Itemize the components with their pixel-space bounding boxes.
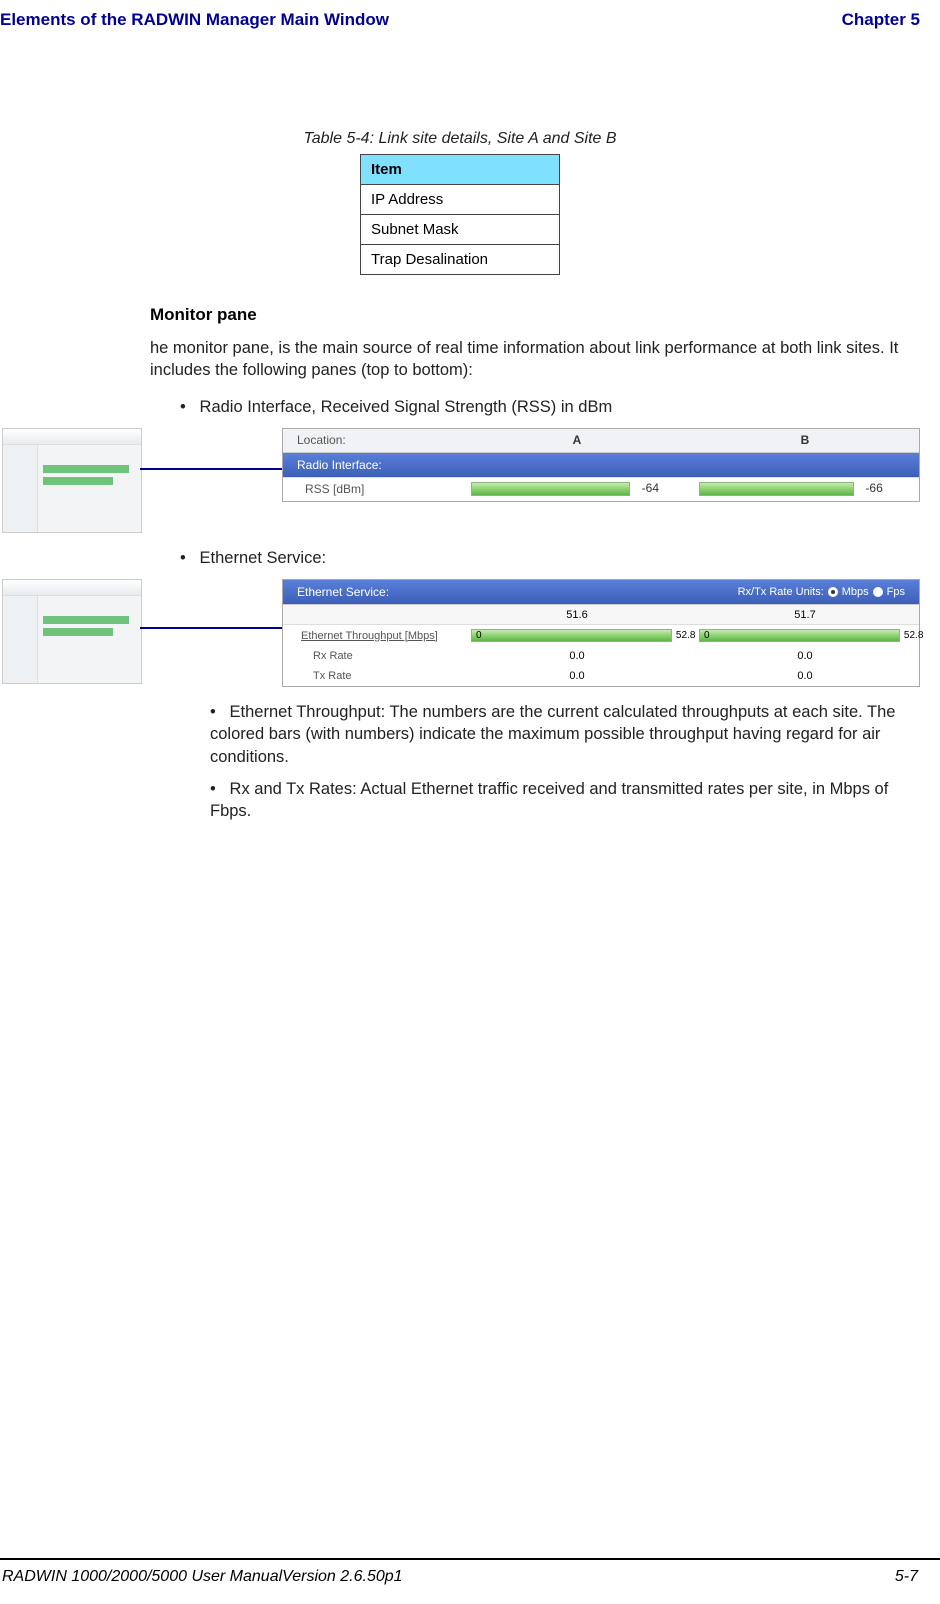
table-row: Subnet Mask <box>361 215 560 245</box>
ethernet-panel: Ethernet Service: Rx/Tx Rate Units: Mbps… <box>282 579 920 687</box>
unit-mbps-label: Mbps <box>842 586 869 598</box>
page-header: Elements of the RADWIN Manager Main Wind… <box>0 0 940 30</box>
tx-a: 0.0 <box>463 670 691 682</box>
sub-throughput-text: Ethernet Throughput: The numbers are the… <box>210 703 895 766</box>
table-caption: Table 5-4: Link site details, Site A and… <box>0 130 920 148</box>
table-header: Item <box>361 155 560 185</box>
rx-label: Rx Rate <box>283 650 463 662</box>
bar-b-end: 52.8 <box>904 630 923 641</box>
bullet-radio-text: Radio Interface, Received Signal Strengt… <box>200 398 613 416</box>
ethernet-header: Ethernet Service: <box>297 585 389 599</box>
radio-mbps[interactable] <box>828 587 838 597</box>
monitor-pane-text: he monitor pane, is the main source of r… <box>150 337 910 382</box>
sub-bullet-rates: • Rx and Tx Rates: Actual Ethernet traff… <box>210 778 900 823</box>
units-label: Rx/Tx Rate Units: <box>738 586 824 598</box>
col-header-a: A <box>463 433 691 447</box>
footer-right: 5-7 <box>895 1568 918 1586</box>
rx-b: 0.0 <box>691 650 919 662</box>
throughput-bar-a: 0 52.8 <box>471 629 672 642</box>
tx-label: Tx Rate <box>283 670 463 682</box>
rss-val-a: -64 <box>642 481 659 495</box>
radio-fps[interactable] <box>873 587 883 597</box>
radio-interface-header: Radio Interface: <box>297 458 382 472</box>
rss-label: RSS [dBm] <box>283 482 463 496</box>
location-label: Location: <box>283 433 463 447</box>
col-header-b: B <box>691 433 919 447</box>
bar-a-start: 0 <box>476 630 482 641</box>
monitor-pane-heading: Monitor pane <box>150 305 920 325</box>
sub-rates-text: Rx and Tx Rates: Actual Ethernet traffic… <box>210 780 888 820</box>
thumbnail-ethernet <box>2 579 142 684</box>
bullet-radio: • Radio Interface, Received Signal Stren… <box>180 396 910 418</box>
rx-a: 0.0 <box>463 650 691 662</box>
unit-fps-label: Fps <box>887 586 905 598</box>
bullet-ethernet-text: Ethernet Service: <box>200 549 327 567</box>
page-footer: RADWIN 1000/2000/5000 User ManualVersion… <box>0 1558 940 1586</box>
radio-panel: Location: A B Radio Interface: RSS [dBm]… <box>282 428 920 502</box>
bullet-ethernet: • Ethernet Service: <box>180 547 910 569</box>
tx-b: 0.0 <box>691 670 919 682</box>
rss-bar-a: -64 <box>471 482 630 496</box>
footer-left: RADWIN 1000/2000/5000 User ManualVersion… <box>2 1568 403 1586</box>
header-left: Elements of the RADWIN Manager Main Wind… <box>0 10 389 30</box>
throughput-label: Ethernet Throughput [Mbps] <box>283 630 463 642</box>
throughput-bar-b: 0 52.8 <box>699 629 900 642</box>
table-row: Trap Desalination <box>361 245 560 275</box>
item-table: Item IP Address Subnet Mask Trap Desalin… <box>360 154 560 275</box>
rss-bar-b: -66 <box>699 482 854 496</box>
header-right: Chapter 5 <box>842 10 920 30</box>
bar-b-start: 0 <box>704 630 710 641</box>
sub-bullet-throughput: • Ethernet Throughput: The numbers are t… <box>210 701 900 768</box>
rate-units: Rx/Tx Rate Units: Mbps Fps <box>738 586 905 598</box>
throughput-val-b: 51.7 <box>691 609 919 621</box>
table-row: IP Address <box>361 185 560 215</box>
rss-val-b: -66 <box>865 481 882 495</box>
thumbnail-radio <box>2 428 142 533</box>
throughput-val-a: 51.6 <box>463 609 691 621</box>
